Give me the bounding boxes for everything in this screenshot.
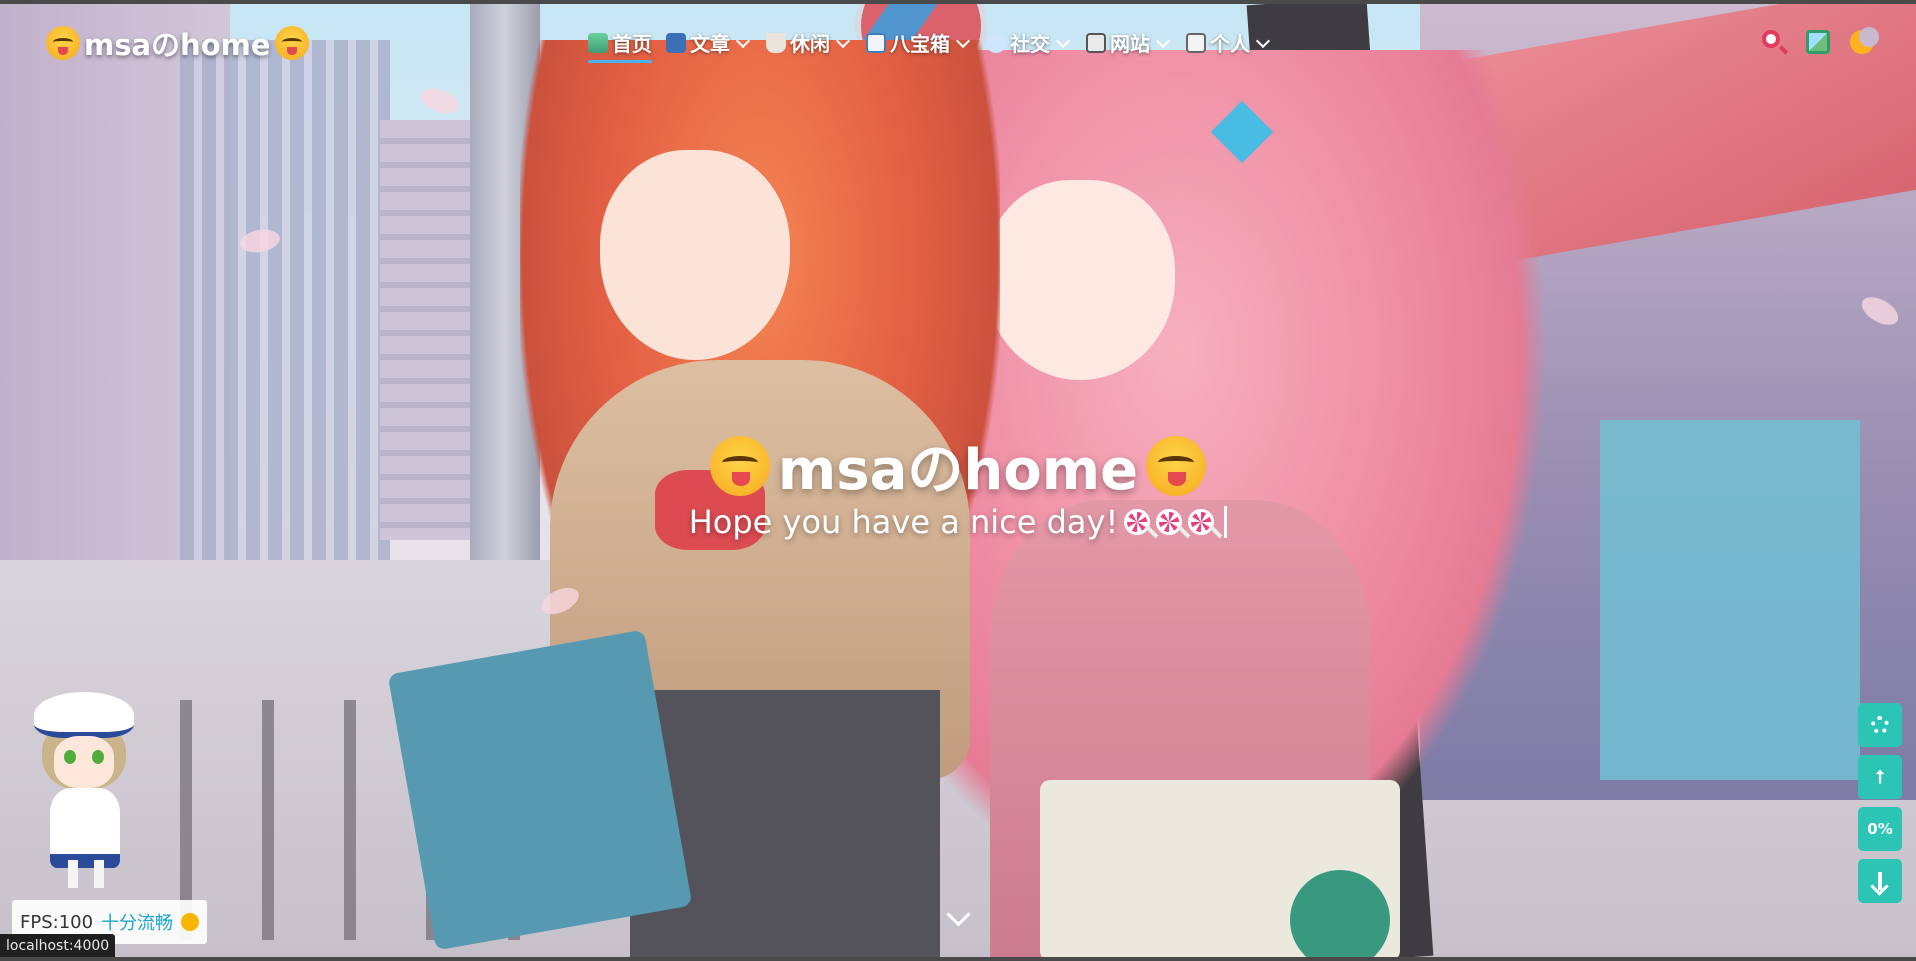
main-menu: 首页 文章 休闲 八宝箱 社交 网站 个人 bbox=[588, 28, 1272, 63]
coffee-icon bbox=[766, 32, 786, 53]
menu-item-label: 首页 bbox=[612, 32, 652, 56]
profile-icon bbox=[1186, 32, 1206, 53]
gear-icon bbox=[1871, 716, 1889, 734]
site-logo-link[interactable]: msaのhome bbox=[46, 22, 309, 64]
wallpaper-icon bbox=[1806, 30, 1830, 54]
menu-item-home[interactable]: 首页 bbox=[588, 28, 652, 63]
book-icon bbox=[666, 32, 686, 53]
fps-value: FPS:100 bbox=[20, 911, 94, 933]
settings-button[interactable] bbox=[1858, 703, 1902, 747]
menu-item-label: 八宝箱 bbox=[890, 32, 950, 56]
reading-progress-button[interactable]: 0% bbox=[1858, 807, 1902, 851]
menu-item-leisure[interactable]: 休闲 bbox=[766, 28, 852, 57]
hero-subtitle-text: Hope you have a nice day! bbox=[688, 503, 1119, 541]
fps-status: 十分流畅 bbox=[101, 913, 174, 934]
mascot-body bbox=[50, 788, 120, 868]
top-navbar: msaのhome 首页 文章 休闲 八宝箱 社交 网站 个人 bbox=[0, 0, 1916, 86]
yum-emoji-icon bbox=[46, 26, 80, 60]
chevron-down-icon bbox=[1055, 33, 1071, 48]
menu-item-personal[interactable]: 个人 bbox=[1186, 28, 1272, 57]
menu-item-label: 社交 bbox=[1010, 32, 1050, 56]
lollipop-icon bbox=[1156, 509, 1183, 535]
menu-item-label: 网站 bbox=[1110, 32, 1150, 56]
hero-title-text: msaのhome bbox=[777, 438, 1139, 503]
lollipop-icon bbox=[1124, 509, 1151, 535]
scroll-down-button[interactable] bbox=[947, 906, 969, 928]
menu-item-label: 个人 bbox=[1210, 32, 1250, 56]
mascot-legs bbox=[68, 860, 104, 888]
menu-item-articles[interactable]: 文章 bbox=[666, 28, 752, 57]
right-side-toolbar: ⭡ 0% bbox=[1858, 703, 1902, 903]
menu-item-websites[interactable]: 网站 bbox=[1086, 28, 1172, 57]
live2d-mascot[interactable] bbox=[28, 692, 138, 892]
chat-icon bbox=[986, 32, 1006, 53]
yum-emoji-icon bbox=[709, 435, 770, 496]
yum-emoji-icon bbox=[1146, 435, 1207, 496]
chevron-down-icon bbox=[955, 33, 971, 48]
mascot-face bbox=[54, 736, 114, 788]
hero-title: msaのhome bbox=[0, 425, 1916, 506]
scroll-to-bottom-button[interactable] bbox=[1858, 859, 1902, 903]
mascot-eye bbox=[64, 750, 76, 764]
search-button[interactable] bbox=[1760, 28, 1788, 56]
dark-mode-moon-icon bbox=[1850, 27, 1879, 54]
yum-emoji-icon bbox=[274, 26, 309, 60]
mascot-eye bbox=[92, 750, 104, 764]
wallpaper-button[interactable] bbox=[1804, 28, 1832, 56]
chevron-down-icon bbox=[835, 33, 851, 48]
menu-item-label: 文章 bbox=[690, 32, 730, 56]
navbar-right-actions bbox=[1760, 27, 1879, 56]
lollipop-icon bbox=[1188, 509, 1215, 535]
home-icon bbox=[588, 32, 608, 53]
typing-cursor bbox=[1224, 506, 1228, 538]
reading-progress-label: 0% bbox=[1867, 820, 1893, 838]
hero-subtitle: Hope you have a nice day! bbox=[0, 503, 1916, 541]
site-logo-text: msaのhome bbox=[84, 28, 271, 62]
window-frame-bottom bbox=[0, 957, 1916, 961]
search-icon bbox=[1762, 30, 1780, 48]
share-icon: ⭡ bbox=[1875, 766, 1885, 788]
menu-item-toolbox[interactable]: 八宝箱 bbox=[866, 28, 972, 57]
website-icon bbox=[1086, 32, 1106, 53]
browser-status-url: localhost:4000 bbox=[0, 934, 116, 958]
chevron-down-icon bbox=[1255, 33, 1271, 48]
share-button[interactable]: ⭡ bbox=[1858, 755, 1902, 799]
menu-item-label: 休闲 bbox=[790, 32, 830, 56]
fps-emoji-icon bbox=[181, 913, 200, 931]
arrow-down-icon bbox=[1878, 872, 1882, 890]
menu-item-social[interactable]: 社交 bbox=[986, 28, 1072, 57]
toolbox-icon bbox=[866, 32, 886, 53]
chevron-down-icon bbox=[735, 33, 751, 48]
mascot-hat bbox=[34, 692, 134, 738]
dark-mode-toggle[interactable] bbox=[1848, 27, 1879, 56]
chevron-down-icon bbox=[1155, 33, 1171, 48]
